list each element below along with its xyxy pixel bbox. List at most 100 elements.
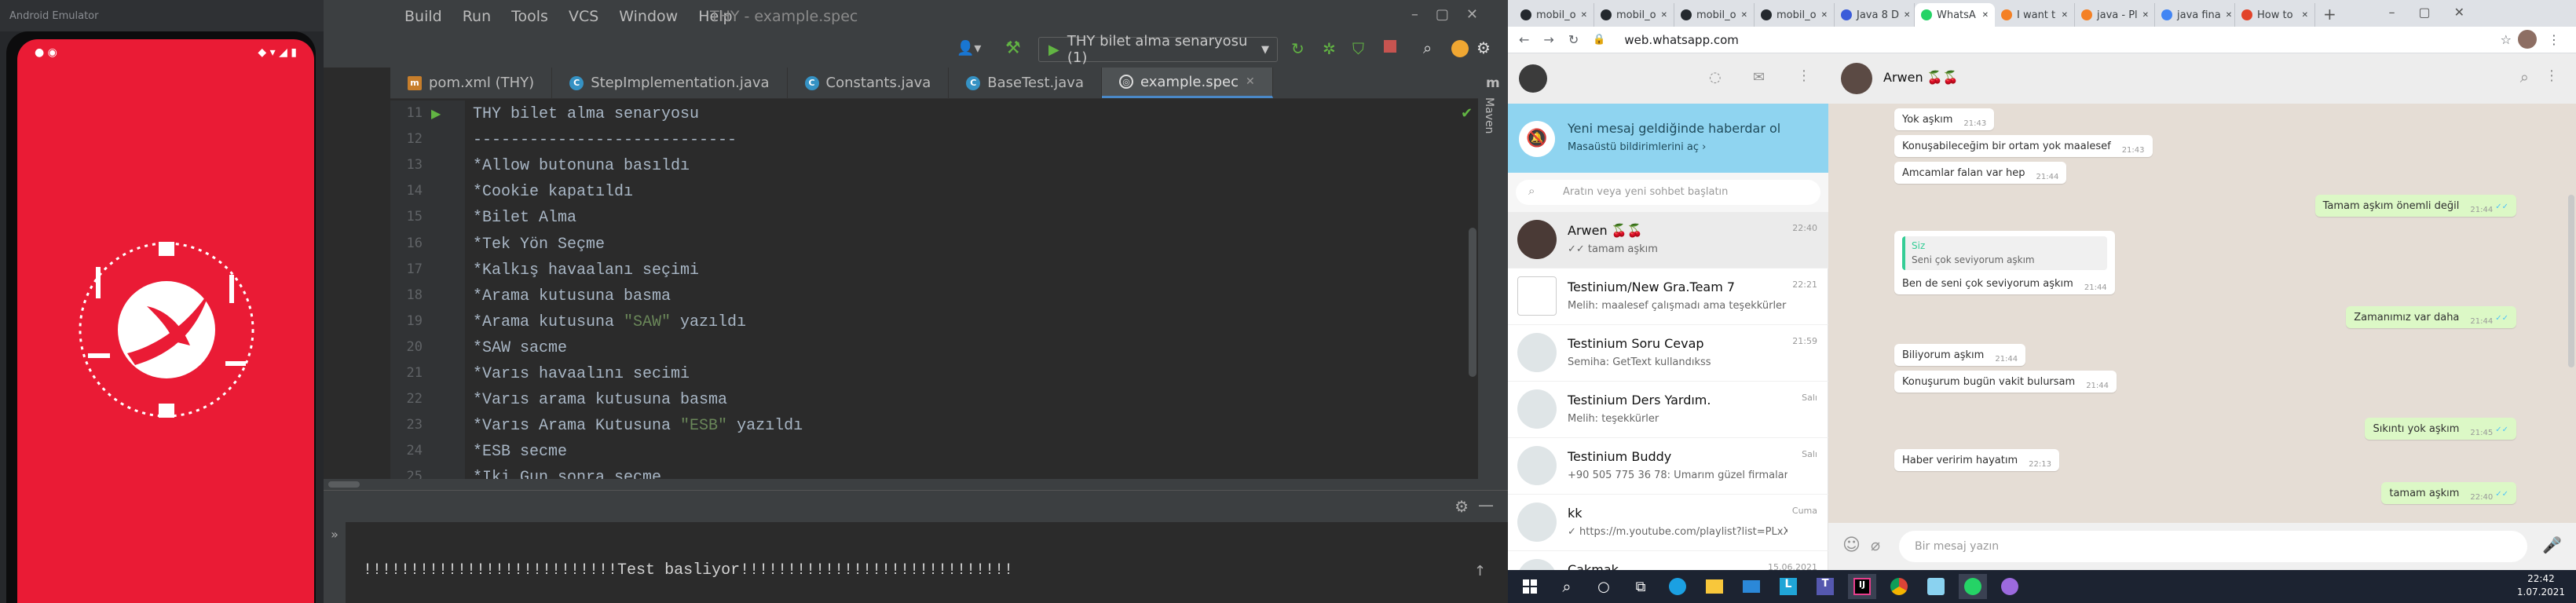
close-tab-icon[interactable]: ✕ bbox=[1661, 11, 1667, 20]
close-tab-icon[interactable]: ✕ bbox=[1741, 11, 1747, 20]
message-bubble[interactable]: Yok aşkım 21:43 bbox=[1894, 108, 1995, 130]
tab-example-spec[interactable]: ◎ example.spec ✕ bbox=[1102, 68, 1273, 98]
clock[interactable]: 22:42 1.07.2021 bbox=[2517, 572, 2565, 599]
browser-tab[interactable]: How to ✕ bbox=[2235, 3, 2315, 27]
task-view-icon[interactable]: ⧉ bbox=[1626, 574, 1655, 599]
menu-tools[interactable]: Tools bbox=[511, 8, 548, 25]
stop-icon[interactable] bbox=[1384, 40, 1396, 53]
microphone-icon[interactable]: 🎤 bbox=[2542, 535, 2562, 554]
menu-vcs[interactable]: VCS bbox=[569, 8, 598, 25]
tab-basetest[interactable]: C BaseTest.java bbox=[949, 68, 1102, 98]
edge-icon[interactable] bbox=[1663, 574, 1692, 599]
search-icon[interactable]: ⌕ bbox=[2520, 68, 2529, 86]
emoji-icon[interactable]: ☺ bbox=[1842, 535, 1861, 555]
url-field[interactable]: web.whatsapp.com bbox=[1624, 33, 1739, 47]
code-editor[interactable]: THY bilet alma senaryosu ----------------… bbox=[473, 100, 1439, 490]
search-icon[interactable]: ⌕ bbox=[1423, 38, 1432, 57]
chat-item[interactable]: Testinium Ders Yardım. Melih: teşekkürler… bbox=[1508, 382, 1828, 438]
browser-tab[interactable]: WhatsA ✕ bbox=[1915, 3, 1995, 27]
chat-item[interactable]: Çakmak 15.06.2021 bbox=[1508, 551, 1828, 570]
browser-tab[interactable]: mobil_o ✕ bbox=[1594, 3, 1674, 27]
whatsapp-app-icon[interactable] bbox=[1959, 574, 1987, 599]
update-icon[interactable] bbox=[1451, 40, 1469, 57]
message-bubble[interactable]: Biliyorum aşkım 21:44 bbox=[1894, 344, 2026, 366]
run-side-toolbar[interactable]: » bbox=[324, 522, 346, 603]
new-tab-icon[interactable]: + bbox=[2323, 5, 2336, 24]
message-bubble[interactable]: Haber veririm hayatım 22:13 bbox=[1894, 449, 2059, 471]
windows-start-icon[interactable] bbox=[1516, 574, 1544, 599]
emulator-app-icon[interactable] bbox=[1996, 574, 2024, 599]
avatar[interactable] bbox=[1517, 220, 1557, 259]
browser-tab[interactable]: java fina ✕ bbox=[2155, 3, 2235, 27]
user-icon[interactable]: 👤▾ bbox=[957, 40, 981, 57]
message-bubble[interactable]: Siz Seni çok seviyorum aşkım Ben de seni ç… bbox=[1894, 231, 2115, 294]
tab-constants[interactable]: C Constants.java bbox=[788, 68, 950, 98]
profile-avatar[interactable] bbox=[2518, 30, 2537, 49]
browser-tab[interactable]: Java 8 D ✕ bbox=[1835, 3, 1915, 27]
quoted-message[interactable]: Siz Seni çok seviyorum aşkım bbox=[1902, 236, 2107, 270]
run-configuration-select[interactable]: ▶ THY bilet alma senaryosu (1) ▼ bbox=[1038, 33, 1278, 66]
cortana-icon[interactable]: ○ bbox=[1590, 574, 1618, 599]
close-tab-icon[interactable]: ✕ bbox=[2062, 11, 2068, 20]
close-tab-icon[interactable]: ✕ bbox=[2226, 11, 2232, 20]
minimize-icon[interactable]: — bbox=[1478, 495, 1494, 514]
menu-run[interactable]: Run bbox=[463, 8, 491, 25]
avatar[interactable] bbox=[1519, 64, 1547, 93]
message-bubble[interactable]: Konuşabileceğim bir ortam yok maalesef 21… bbox=[1894, 135, 2153, 157]
attach-icon[interactable]: ⌀ bbox=[1871, 535, 1880, 554]
avatar[interactable] bbox=[1517, 502, 1557, 542]
close-tab-icon[interactable]: ✕ bbox=[2142, 11, 2149, 20]
forward-icon[interactable]: → bbox=[1543, 32, 1553, 47]
bookmark-star-icon[interactable]: ☆ bbox=[2501, 32, 2512, 47]
message-bubble[interactable]: Konuşurum bugün vakit bulursam 21:44 bbox=[1894, 371, 2117, 393]
close-tab-icon[interactable]: ✕ bbox=[1904, 11, 1910, 20]
scroll-up-icon[interactable]: ↑ bbox=[1474, 563, 1486, 579]
browser-tab[interactable]: mobil_o ✕ bbox=[1674, 3, 1755, 27]
debug-icon[interactable]: ✲ bbox=[1323, 39, 1336, 58]
avatar[interactable] bbox=[1517, 276, 1557, 316]
build-hammer-icon[interactable]: ⚒ bbox=[1005, 38, 1021, 58]
avatar[interactable] bbox=[1517, 389, 1557, 429]
menu-window[interactable]: Window bbox=[619, 8, 678, 25]
tab-pom-xml[interactable]: m pom.xml (THY) bbox=[390, 68, 553, 98]
avatar[interactable] bbox=[1517, 559, 1557, 570]
chat-item[interactable]: Testinium Soru Cevap Semiha: GetText kull… bbox=[1508, 325, 1828, 382]
message-scrollbar[interactable] bbox=[2568, 108, 2574, 517]
app-l-icon[interactable]: L bbox=[1774, 574, 1802, 599]
chat-item[interactable]: kk ✓ https://m.youtube.com/playlist?list=… bbox=[1508, 495, 1828, 551]
more-icon[interactable]: ⋮ bbox=[2548, 32, 2560, 47]
menu-icon[interactable]: ⋮ bbox=[1797, 68, 1811, 84]
menu-build[interactable]: Build bbox=[404, 8, 442, 25]
avatar[interactable] bbox=[1517, 333, 1557, 372]
close-tab-icon[interactable]: ✕ bbox=[1821, 11, 1828, 20]
reload-icon[interactable]: ↻ bbox=[1568, 32, 1579, 47]
settings-gear-icon[interactable]: ⚙ bbox=[1454, 497, 1469, 516]
browser-tab[interactable]: mobil_o ✕ bbox=[1755, 3, 1835, 27]
file-explorer-icon[interactable] bbox=[1700, 574, 1729, 599]
mail-icon[interactable] bbox=[1737, 574, 1766, 599]
close-tab-icon[interactable]: ✕ bbox=[1581, 11, 1587, 20]
search-icon[interactable]: ⌕ bbox=[1553, 574, 1581, 599]
phone-screen[interactable]: ● ◉ ◆ ▾ ◢ ▮ bbox=[17, 39, 314, 603]
browser-tab[interactable]: I want t ✕ bbox=[1995, 3, 2075, 27]
browser-tab[interactable]: java - Pl ✕ bbox=[2075, 3, 2155, 27]
gauge-app-icon[interactable] bbox=[1922, 574, 1950, 599]
browser-tab[interactable]: mobil_o ✕ bbox=[1514, 3, 1594, 27]
maven-tool-strip[interactable]: m Maven bbox=[1478, 68, 1508, 490]
message-bubble[interactable]: Sıkıntı yok aşkım 21:45 ✓✓ bbox=[2365, 418, 2516, 440]
message-bubble[interactable]: Zamanımız var daha 21:44 ✓✓ bbox=[2346, 306, 2516, 328]
back-icon[interactable]: ← bbox=[1519, 32, 1529, 47]
close-tab-icon[interactable]: ✕ bbox=[1982, 11, 1989, 20]
avatar[interactable] bbox=[1841, 63, 1872, 94]
chat-item[interactable]: Testinium/New Gra.Team 7 Melih: maalesef … bbox=[1508, 269, 1828, 325]
chat-item[interactable]: Arwen 🍒🍒 ✓✓ tamam aşkım 22:40 bbox=[1508, 212, 1828, 269]
teams-icon[interactable]: T bbox=[1811, 574, 1839, 599]
avatar[interactable] bbox=[1517, 446, 1557, 485]
message-bubble[interactable]: tamam aşkım 22:40 ✓✓ bbox=[2381, 482, 2516, 504]
conversation-header[interactable]: Arwen 🍒🍒 ⌕ ⋮ bbox=[1828, 53, 2576, 104]
new-chat-icon[interactable]: ✉ bbox=[1753, 69, 1765, 86]
run-scenario-icon[interactable]: ▶ bbox=[431, 106, 441, 121]
search-input[interactable]: Aratın veya yeni sohbet başlatın bbox=[1516, 180, 1820, 205]
window-controls[interactable]: –▢✕ bbox=[1411, 6, 1495, 23]
close-tab-icon[interactable]: ✕ bbox=[2302, 11, 2308, 20]
